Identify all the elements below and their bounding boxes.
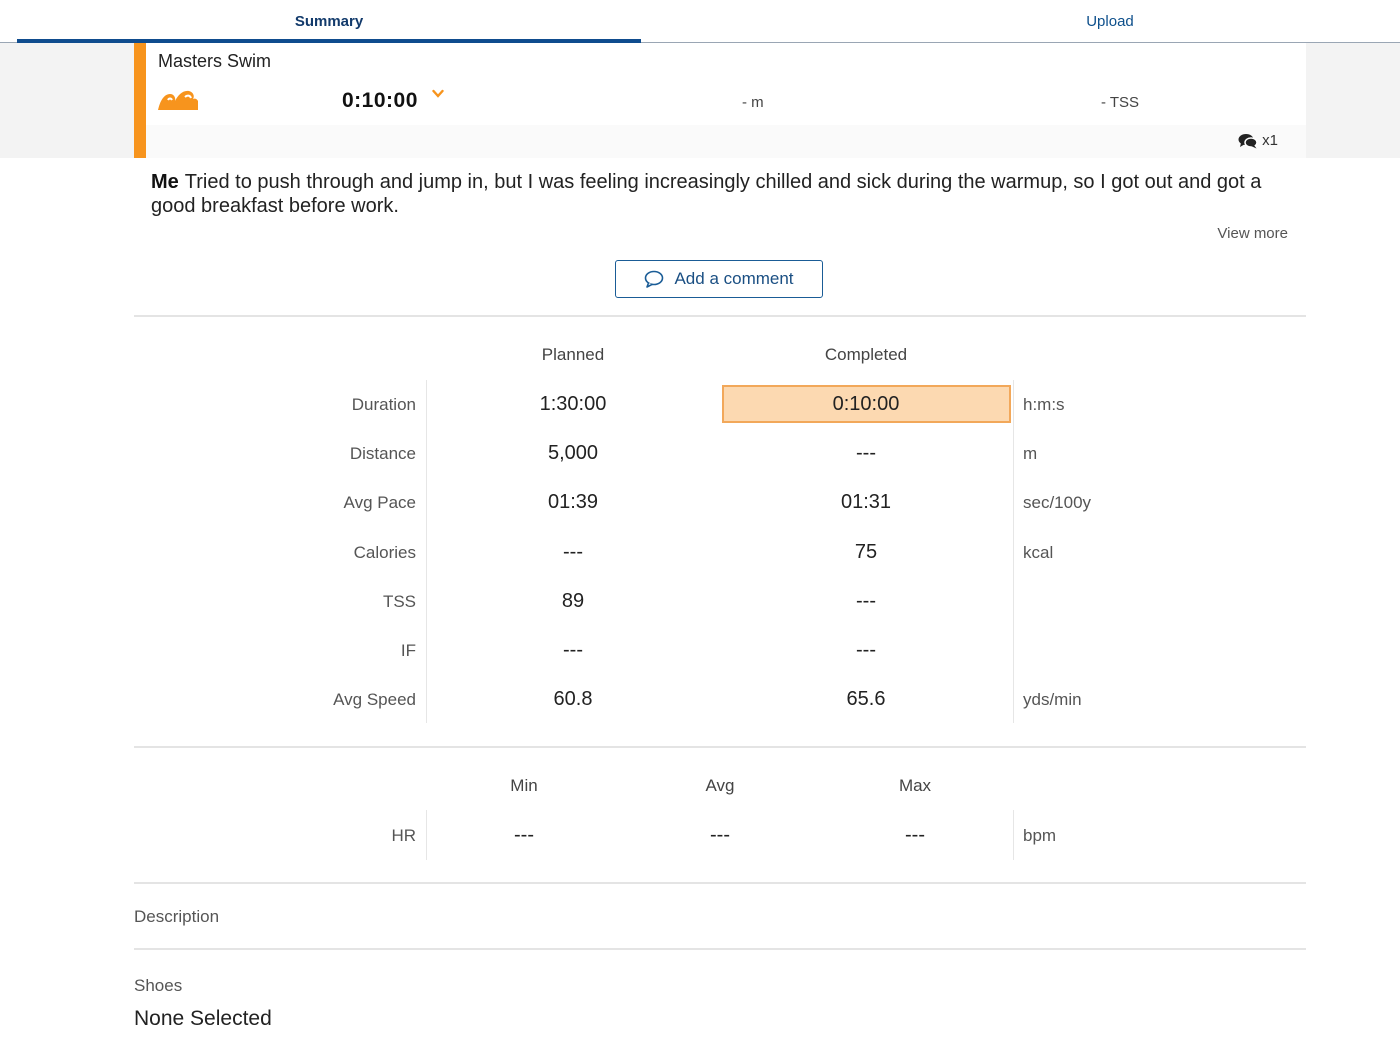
shoes-value[interactable]: None Selected <box>134 1007 272 1031</box>
tab-summary[interactable]: Summary <box>17 0 641 44</box>
stat-unit: sec/100y <box>1023 493 1092 512</box>
add-comment-button[interactable]: Add a comment <box>615 260 823 298</box>
divider <box>134 746 1306 748</box>
stat-planned-value: 5,000 <box>547 442 599 464</box>
stat-completed-value[interactable]: 0:10:00 <box>766 393 966 416</box>
stat-completed-value: --- <box>856 590 876 612</box>
add-comment-label: Add a comment <box>674 269 794 288</box>
stat-label: TSS <box>382 592 416 611</box>
swim-icon <box>158 90 198 110</box>
view-more-link[interactable]: View more <box>1217 225 1288 242</box>
stat-completed-value: --- <box>856 639 876 661</box>
shoes-label: Shoes <box>134 976 183 995</box>
stat-unit: h:m:s <box>1023 395 1065 414</box>
hr-avg-header: Avg <box>705 776 735 795</box>
hr-avg-value: --- <box>710 824 730 846</box>
divider <box>1013 810 1014 860</box>
tab-upload[interactable]: Upload <box>820 0 1400 43</box>
workout-card[interactable]: Masters Swim 0:10:00 - m - TSS x1 <box>134 43 1306 158</box>
workout-title: Masters Swim <box>158 51 272 71</box>
comment-author: Me <box>151 171 179 193</box>
stat-completed-value: 75 <box>854 541 878 563</box>
stat-planned-value: 1:30:00 <box>539 393 607 415</box>
divider <box>1013 380 1014 723</box>
divider <box>426 810 427 860</box>
completed-header: Completed <box>824 345 908 364</box>
stat-planned-value: --- <box>563 541 583 563</box>
workout-card-body <box>146 43 1306 125</box>
stat-label: Calories <box>353 543 416 562</box>
stat-unit: m <box>1023 444 1038 463</box>
hr-max-header: Max <box>898 776 932 795</box>
comment-count-value: x1 <box>1262 132 1278 149</box>
speech-bubble-icon <box>645 270 664 288</box>
stat-label: Avg Pace <box>343 493 416 512</box>
description-label[interactable]: Description <box>134 907 219 927</box>
workout-tss: - TSS <box>1101 94 1140 111</box>
stat-unit: kcal <box>1023 543 1054 562</box>
hr-unit: bpm <box>1023 826 1057 845</box>
divider <box>134 948 1306 950</box>
comment-body: Tried to push through and jump in, but I… <box>151 171 1262 217</box>
stat-unit: yds/min <box>1023 690 1082 709</box>
workout-card-footer <box>146 125 1306 158</box>
planned-header: Planned <box>541 345 605 364</box>
stat-completed-value: 01:31 <box>840 491 892 513</box>
workout-duration: 0:10:00 <box>342 89 418 112</box>
stat-label: IF <box>400 641 416 660</box>
stat-planned-value: 01:39 <box>547 491 599 513</box>
chevron-down-icon[interactable] <box>432 89 444 99</box>
hr-label: HR <box>391 826 416 845</box>
hr-max-value: --- <box>905 824 925 846</box>
hr-min-header: Min <box>510 776 538 795</box>
stat-completed-value: 65.6 <box>846 688 886 710</box>
stat-label: Distance <box>349 444 416 463</box>
hr-min-value: --- <box>514 824 534 846</box>
comment: Me Tried to push through and jump in, but… <box>151 170 1281 218</box>
workout-distance: - m <box>742 94 764 111</box>
comment-count[interactable]: x1 <box>1238 132 1278 149</box>
divider <box>134 882 1306 884</box>
tab-bar: Summary Upload <box>0 0 1400 44</box>
stat-label: Duration <box>351 395 416 414</box>
divider <box>426 380 427 723</box>
stat-planned-value: 60.8 <box>553 688 593 710</box>
divider <box>134 315 1306 317</box>
stat-completed-value: --- <box>856 442 876 464</box>
comments-icon <box>1238 133 1258 148</box>
stat-planned-value: --- <box>563 639 583 661</box>
stat-label: Avg Speed <box>333 690 416 709</box>
stat-planned-value: 89 <box>561 590 585 612</box>
